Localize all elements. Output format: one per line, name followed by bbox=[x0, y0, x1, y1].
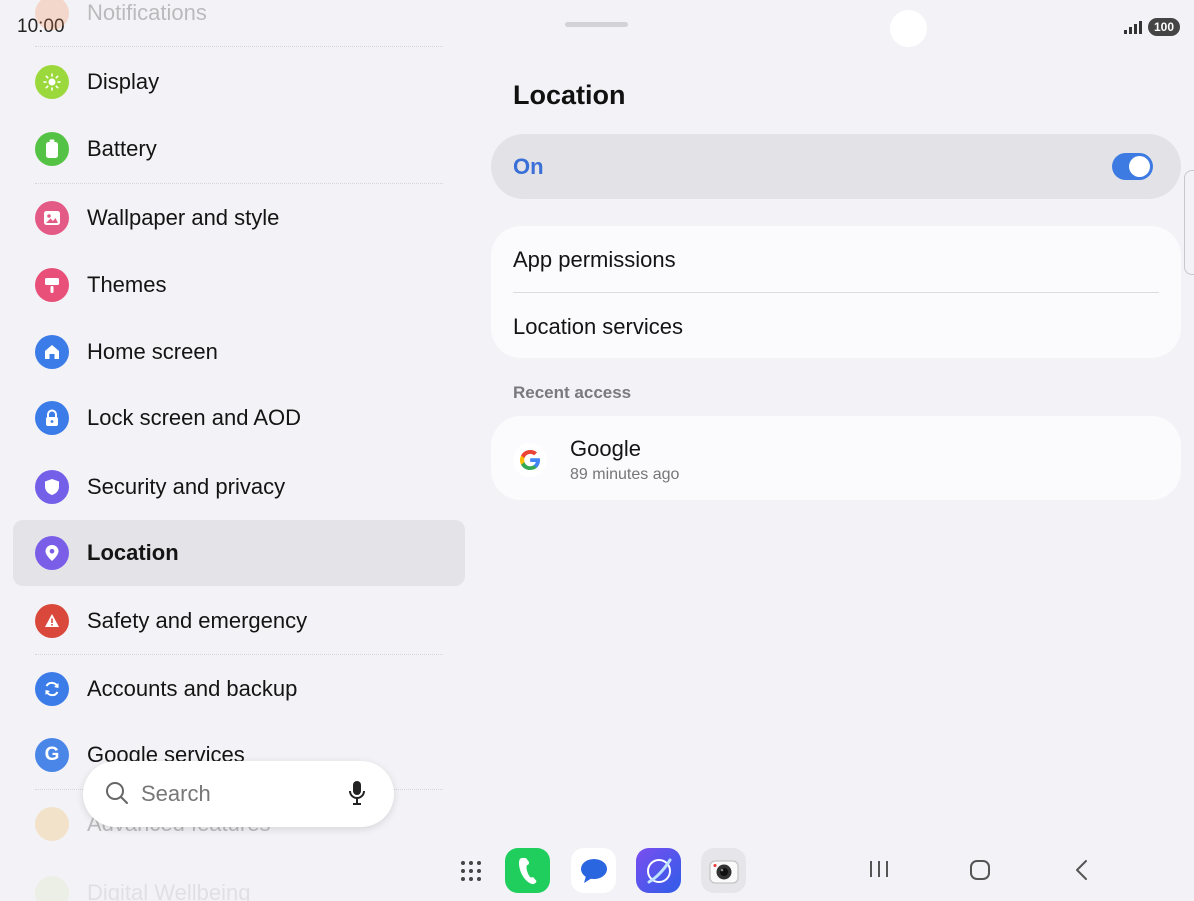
toggle-state-label: On bbox=[513, 154, 544, 179]
settings-item-lock-screen[interactable]: Lock screen and AOD bbox=[13, 385, 465, 451]
recent-access-item-google[interactable]: Google 89 minutes ago bbox=[491, 416, 1181, 500]
microphone-icon[interactable] bbox=[348, 780, 366, 811]
settings-item-label: Lock screen and AOD bbox=[87, 405, 302, 430]
settings-item-notifications[interactable]: Notifications bbox=[13, 0, 465, 46]
battery-icon bbox=[35, 132, 69, 166]
settings-item-battery[interactable]: Battery bbox=[13, 116, 465, 182]
lock-icon bbox=[35, 401, 69, 435]
location-services-item[interactable]: Location services bbox=[513, 314, 683, 340]
shield-icon bbox=[35, 470, 69, 504]
back-button[interactable] bbox=[1072, 858, 1092, 887]
home-button[interactable] bbox=[968, 858, 992, 887]
settings-item-label: Battery bbox=[87, 136, 157, 161]
image-icon bbox=[35, 201, 69, 235]
alert-icon bbox=[35, 604, 69, 638]
apps-grid-icon[interactable] bbox=[448, 848, 493, 893]
settings-item-label: Safety and emergency bbox=[87, 608, 308, 633]
bell-icon bbox=[35, 0, 69, 30]
divider bbox=[513, 292, 1159, 293]
brush-icon bbox=[35, 268, 69, 302]
camera-icon[interactable] bbox=[701, 848, 746, 893]
divider bbox=[35, 183, 443, 184]
google-g-icon: G bbox=[35, 738, 69, 772]
search-icon bbox=[105, 781, 129, 810]
battery-level: 100 bbox=[1147, 18, 1180, 36]
settings-item-label: Digital Wellbeing bbox=[87, 880, 251, 901]
app-permissions-item[interactable]: App permissions bbox=[513, 247, 676, 273]
google-logo-icon bbox=[513, 443, 547, 477]
home-icon bbox=[35, 335, 69, 369]
divider bbox=[35, 654, 443, 655]
settings-item-home-screen[interactable]: Home screen bbox=[13, 319, 465, 385]
settings-item-label: Accounts and backup bbox=[87, 676, 298, 701]
internet-icon[interactable] bbox=[636, 848, 681, 893]
pane-drag-handle[interactable] bbox=[565, 22, 628, 27]
settings-item-safety[interactable]: Safety and emergency bbox=[13, 588, 465, 654]
recent-app-time: 89 minutes ago bbox=[570, 466, 680, 483]
settings-item-themes[interactable]: Themes bbox=[13, 252, 465, 318]
settings-item-accounts[interactable]: Accounts and backup bbox=[13, 656, 465, 722]
page-title: Location bbox=[513, 80, 626, 110]
sync-icon bbox=[35, 672, 69, 706]
status-indicators: 100 bbox=[1123, 18, 1180, 36]
gear-flower-icon bbox=[35, 807, 69, 841]
settings-item-label: Security and privacy bbox=[87, 474, 286, 499]
settings-item-label: Location bbox=[87, 540, 179, 565]
edge-panel-handle[interactable] bbox=[1184, 170, 1194, 275]
settings-item-label: Wallpaper and style bbox=[87, 205, 280, 230]
recents-button[interactable] bbox=[868, 858, 890, 885]
settings-item-digital-wellbeing[interactable]: Digital Wellbeing bbox=[13, 860, 465, 901]
settings-item-label: Themes bbox=[87, 272, 167, 297]
location-master-toggle-row[interactable]: On bbox=[491, 134, 1181, 199]
settings-item-location[interactable]: Location bbox=[13, 520, 465, 586]
wellbeing-icon bbox=[35, 876, 69, 901]
location-options-card: App permissions Location services bbox=[491, 226, 1181, 358]
settings-item-security[interactable]: Security and privacy bbox=[13, 454, 465, 520]
sun-icon bbox=[35, 65, 69, 99]
settings-item-label: Display bbox=[87, 69, 160, 94]
divider bbox=[35, 46, 443, 47]
search-placeholder: Search bbox=[141, 781, 211, 806]
settings-item-label: Notifications bbox=[87, 0, 207, 25]
camera-cutout bbox=[890, 10, 927, 47]
location-pin-icon bbox=[35, 536, 69, 570]
settings-item-label: Home screen bbox=[87, 339, 218, 364]
toggle-knob bbox=[1129, 156, 1150, 177]
location-toggle-switch[interactable] bbox=[1112, 153, 1153, 180]
phone-icon[interactable] bbox=[505, 848, 550, 893]
messages-icon[interactable] bbox=[571, 848, 616, 893]
settings-item-wallpaper[interactable]: Wallpaper and style bbox=[13, 185, 465, 251]
recent-access-header: Recent access bbox=[513, 383, 632, 402]
search-bar[interactable]: Search bbox=[83, 761, 394, 827]
settings-item-display[interactable]: Display bbox=[13, 49, 465, 115]
signal-icon bbox=[1123, 20, 1142, 34]
recent-app-name: Google bbox=[570, 436, 641, 461]
